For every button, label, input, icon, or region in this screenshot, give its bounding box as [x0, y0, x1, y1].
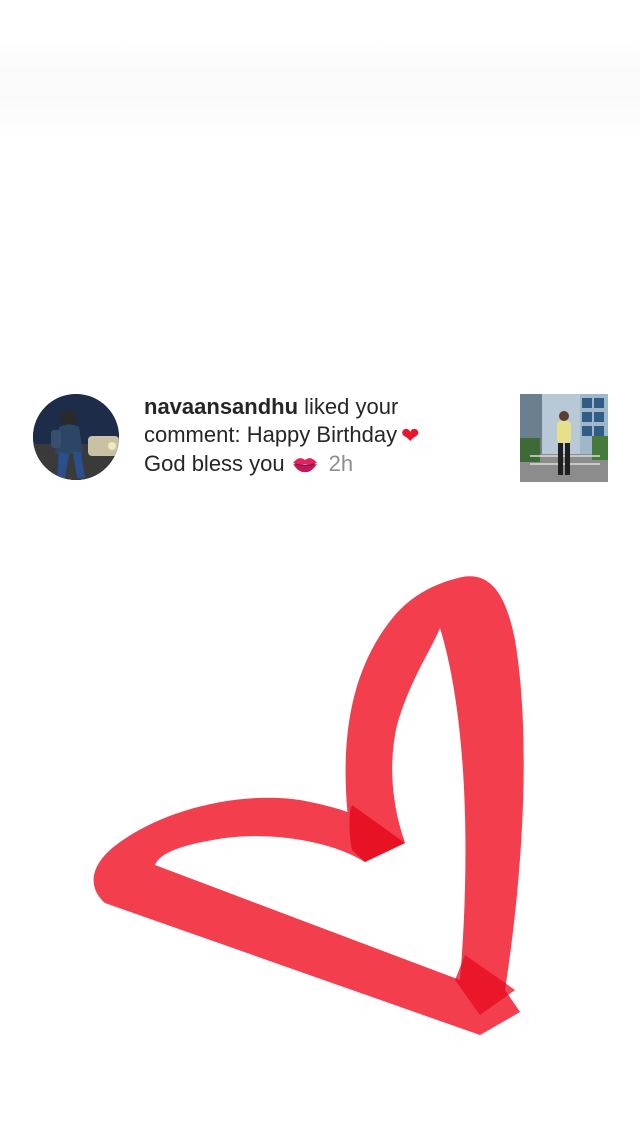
blessing-text: God bless you	[144, 451, 285, 476]
post-thumbnail[interactable]	[520, 394, 608, 482]
heart-stroke-shape	[93, 576, 524, 1035]
liked-your-text: liked your	[298, 394, 399, 419]
notification-line-2: comment: Happy Birthday ❤	[144, 421, 504, 450]
post-photo-icon	[520, 394, 608, 482]
red-heart-icon: ❤	[401, 423, 420, 448]
notification-text: navaansandhu liked your comment: Happy B…	[144, 393, 504, 482]
avatar-photo-icon	[33, 394, 119, 480]
notification-time: 2h	[328, 451, 354, 476]
user-avatar[interactable]	[33, 394, 119, 480]
notification-line-3: God bless you 2h	[144, 450, 504, 482]
drawn-heart-icon	[93, 576, 524, 1035]
comment-text: comment: Happy Birthday	[144, 422, 398, 447]
activity-notification[interactable]: navaansandhu liked your comment: Happy B…	[33, 393, 609, 483]
kiss-mark-icon	[291, 453, 319, 482]
notification-line-1: navaansandhu liked your	[144, 393, 504, 421]
username-link[interactable]: navaansandhu	[144, 394, 298, 419]
top-blurred-background	[0, 40, 640, 140]
